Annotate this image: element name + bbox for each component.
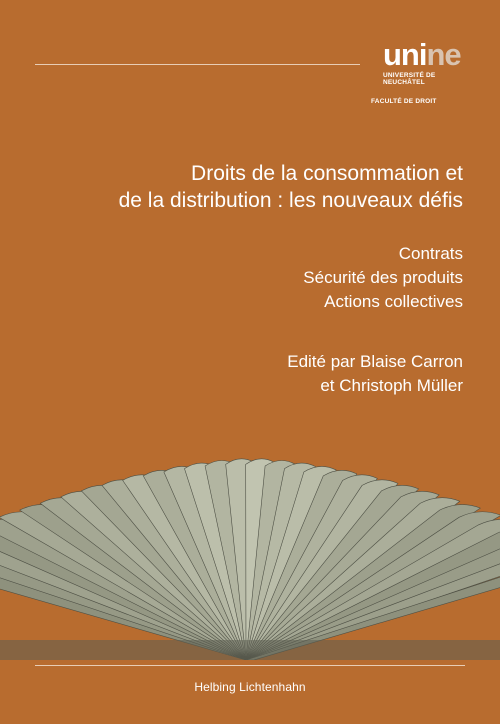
university-logo: unine UNIVERSITÉ DE NEUCHÂTEL: [383, 37, 463, 86]
book-cover: unine UNIVERSITÉ DE NEUCHÂTEL FACULTÉ DE…: [0, 0, 500, 724]
topics-list: Contrats Sécurité des produits Actions c…: [43, 242, 463, 314]
bottom-divider: [35, 665, 465, 666]
logo-wordmark: unine: [383, 37, 463, 72]
editors-line-2: et Christoph Müller: [320, 376, 463, 395]
logo-wordmark-accent: ne: [426, 37, 462, 72]
top-divider: [35, 64, 360, 65]
title-line-1: Droits de la consommation et: [191, 162, 463, 185]
faculty-label: FACULTÉ DE DROIT: [371, 98, 437, 105]
logo-university-name: UNIVERSITÉ DE NEUCHÂTEL: [383, 72, 463, 86]
logo-university-line2: NEUCHÂTEL: [383, 79, 425, 86]
publisher-name: Helbing Lichtenhahn: [194, 680, 306, 694]
book-base-shadow: [0, 640, 500, 660]
book-title: Droits de la consommation et de la distr…: [43, 160, 463, 214]
topic-item: Contrats: [398, 244, 463, 263]
topic-item: Actions collectives: [324, 292, 463, 311]
title-line-2: de la distribution : les nouveaux défis: [118, 189, 463, 212]
logo-university-line1: UNIVERSITÉ DE: [383, 72, 436, 79]
editors-credit: Edité par Blaise Carron et Christoph Mül…: [43, 350, 463, 398]
editors-line-1: Edité par Blaise Carron: [287, 352, 463, 371]
logo-wordmark-main: uni: [383, 37, 427, 72]
book-pages: [0, 458, 500, 660]
open-book-image: [0, 458, 500, 660]
topic-item: Sécurité des produits: [303, 268, 463, 287]
